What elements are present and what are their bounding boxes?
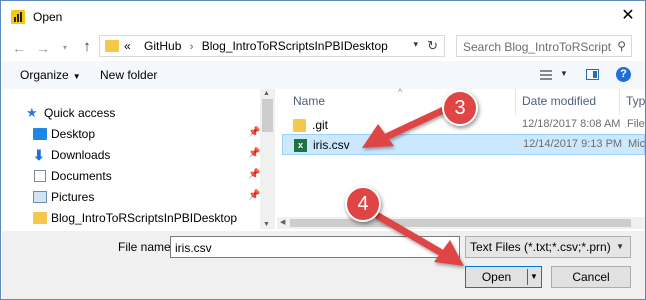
file-list-horizontal-scrollbar[interactable]: ◀ [277,217,645,229]
sidebar-item-blog-folder[interactable]: Blog_IntroToRScriptsInPBIDesktop [2,208,260,229]
file-name: .git [312,118,329,132]
breadcrumb: « GitHub › Blog_IntroToRScriptsInPBIDesk… [124,39,388,53]
breadcrumb-overflow[interactable]: « [124,39,131,53]
file-type-filter-value: Text Files (*.txt;*.csv;*.prn) [470,240,611,254]
scroll-up-icon[interactable]: ▲ [263,90,270,97]
search-icon[interactable]: ⚲ [617,39,626,53]
sidebar-item-label: Downloads [51,148,111,162]
dialog-footer: File name: ▼ Text Files (*.txt;*.csv;*.p… [2,231,645,299]
breadcrumb-separator: › [189,41,194,53]
sidebar-item-label: Quick access [44,106,116,120]
breadcrumb-item-github[interactable]: GitHub [144,39,181,53]
split-divider [527,269,528,285]
file-name-field[interactable] [175,240,435,255]
sidebar-item-label: Blog_IntroToRScriptsInPBIDesktop [51,211,238,225]
sidebar-item-documents[interactable]: Documents 📌 [2,166,260,187]
search-input[interactable] [463,39,611,54]
command-bar: Organize ▼ New folder ▼ ? [2,61,645,89]
chevron-down-icon[interactable]: ▼ [560,69,568,78]
refresh-icon[interactable]: ↻ [427,38,438,54]
file-type-filter-select[interactable]: Text Files (*.txt;*.csv;*.prn) ▼ [465,236,631,258]
chevron-down-icon[interactable]: ▾ [413,39,418,50]
open-button-label: Open [481,270,512,284]
open-button[interactable]: Open ▼ [465,266,542,288]
open-file-dialog: Open ✕ ← → ▾ ↑ « GitHub › Blog_IntroToRS… [0,0,646,300]
open-options-chevron-icon[interactable]: ▼ [530,272,538,281]
sidebar-item-pictures[interactable]: Pictures 📌 [2,187,260,208]
close-button[interactable]: ✕ [617,5,639,27]
navigation-scrollbar[interactable]: ▲ ▼ [260,89,275,229]
scroll-left-icon[interactable]: ◀ [280,218,285,226]
up-folder-button[interactable]: ↑ [79,39,95,55]
pin-icon: 📌 [248,169,261,180]
pictures-icon [33,191,47,203]
downloads-icon: ⬇ [33,147,45,163]
sidebar-item-desktop[interactable]: Desktop 📌 [2,124,260,145]
help-icon[interactable]: ? [616,67,631,82]
star-icon: ★ [26,105,38,120]
file-date: 12/14/2017 9:13 PM [523,138,623,150]
cancel-button[interactable]: Cancel [551,266,631,288]
forward-arrow-icon[interactable]: → [35,41,51,55]
column-header-type[interactable]: Typ [626,94,645,108]
chevron-down-icon: ▼ [616,242,624,251]
address-bar[interactable]: « GitHub › Blog_IntroToRScriptsInPBIDesk… [99,35,445,57]
pin-icon: 📌 [248,127,261,138]
sort-ascending-icon: ^ [398,87,403,97]
excel-csv-icon: x [294,139,307,152]
column-divider[interactable] [515,89,516,115]
back-arrow-icon[interactable]: ← [11,41,27,55]
title-bar: Open ✕ [1,1,645,33]
chevron-down-icon[interactable]: ▼ [446,242,454,251]
sidebar-item-downloads[interactable]: ⬇ Downloads 📌 [2,145,260,166]
file-row-iris-csv[interactable]: x iris.csv 12/14/2017 9:13 PM Mic [282,134,645,155]
file-name-combobox[interactable]: ▼ [170,236,460,258]
documents-icon [34,170,46,182]
preview-pane-icon[interactable] [586,69,599,80]
chevron-down-icon: ▼ [72,72,81,81]
sidebar-item-quick-access[interactable]: ★ Quick access [2,103,260,124]
new-folder-button[interactable]: New folder [100,68,157,82]
folder-icon [293,119,306,132]
scroll-down-icon[interactable]: ▼ [263,221,270,228]
window-title: Open [33,10,63,24]
sidebar-item-label: Documents [51,169,112,183]
column-divider[interactable] [619,89,620,115]
organize-button[interactable]: Organize ▼ [20,68,81,82]
column-header-date-modified[interactable]: Date modified [522,94,596,108]
file-type: File [627,118,645,130]
pin-icon: 📌 [248,190,261,201]
desktop-icon [33,128,47,140]
scrollbar-thumb[interactable] [262,99,273,132]
view-options-icon[interactable] [540,70,552,80]
breadcrumb-item-blog[interactable]: Blog_IntroToRScriptsInPBIDesktop [202,39,388,53]
column-header-name[interactable]: Name [293,94,325,108]
recent-locations-chevron-icon[interactable]: ▾ [57,41,73,55]
file-name: iris.csv [313,138,350,152]
file-name-label: File name: [118,240,175,254]
file-type: Mic [628,138,646,150]
navigation-pane: ★ Quick access Desktop 📌 ⬇ Downloads 📌 D… [2,89,275,229]
step-4-badge: 4 [345,186,381,222]
sidebar-item-label: Desktop [51,127,96,141]
step-3-badge: 3 [442,90,478,126]
scrollbar-thumb[interactable] [290,219,631,227]
file-date: 12/18/2017 8:08 AM [522,118,621,130]
organize-label: Organize [20,68,69,82]
folder-icon [33,212,47,224]
power-bi-icon [11,10,25,24]
folder-icon [105,40,119,52]
sidebar-item-label: Pictures [51,190,95,204]
search-box[interactable]: ⚲ [456,35,632,57]
pin-icon: 📌 [248,148,261,159]
